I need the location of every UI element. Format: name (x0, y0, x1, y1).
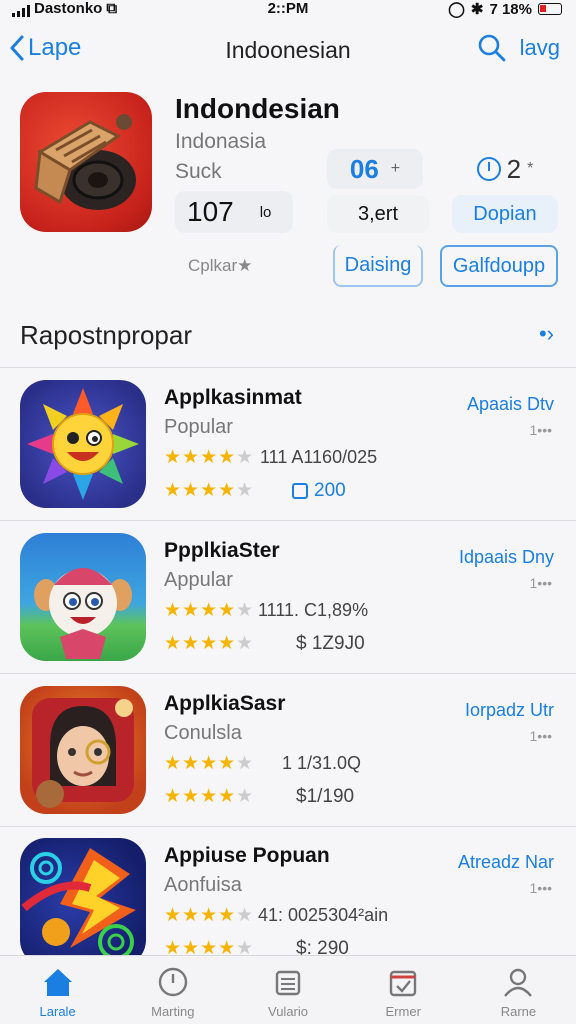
rating-stars: ★★★★★ (164, 786, 255, 807)
list-item[interactable]: Applkasinmat Popular ★★★★★ 111 A1160/025… (0, 380, 576, 530)
rating-stars: ★★★★★ (164, 633, 255, 654)
tab-label: Rarne (500, 1004, 537, 1019)
app-developer[interactable]: Indonasia (175, 130, 266, 154)
list-item[interactable]: ApplkiaSasr Conulsla ★★★★★ 1 1/31.0Q ★★★… (0, 686, 576, 836)
status-right: ◯ ✱ 7 18% (448, 0, 562, 18)
stat-age-suffix: + (390, 160, 401, 177)
tab-today[interactable]: Larale (0, 956, 115, 1024)
get-button[interactable]: Atreadz Nar (458, 852, 554, 873)
clock-icon (476, 157, 501, 181)
app-subtitle: Popular (164, 416, 233, 438)
tab-profile[interactable]: Rarne (461, 956, 576, 1024)
primary-action-button[interactable]: Daising (333, 245, 423, 287)
checkbox-icon (292, 483, 308, 499)
divider (0, 520, 576, 521)
see-all-link[interactable]: •› (539, 321, 554, 347)
more-icon[interactable]: 1••• (530, 422, 553, 438)
nav-right: lavg (478, 34, 560, 62)
app-title: Indondesian (175, 93, 340, 124)
cartoon-character-icon (34, 568, 132, 659)
tab-bar: Larale Marting Vulario Ermer Rarne (0, 955, 576, 1024)
stat-size: 3,ert (327, 195, 429, 233)
get-button[interactable]: Idpaais Dny (459, 547, 554, 568)
app-name: Applkasinmat (164, 386, 302, 409)
tab-apps[interactable]: Vulario (230, 956, 345, 1024)
nav-right-label[interactable]: lavg (520, 35, 560, 61)
app-name: Appiuse Popuan (164, 844, 330, 867)
divider (0, 826, 576, 827)
more-icon[interactable]: 1••• (530, 728, 553, 744)
alarm-icon: ◯ (448, 1, 465, 18)
character-portrait-icon (32, 698, 134, 808)
home-icon (43, 969, 72, 996)
battery-icon (538, 3, 562, 15)
rating-count: 1111. C1,89% (258, 600, 369, 620)
app-subtitle: Aonfuisa (164, 874, 242, 896)
app-icon (20, 686, 146, 814)
rating-stars: ★★★★★ (164, 480, 255, 501)
app-icon[interactable] (20, 92, 152, 232)
price: $1/190 (296, 786, 355, 807)
stat-time-suffix: * (527, 160, 534, 177)
rating-stars: ★★★★★ (164, 905, 255, 926)
app-category: Suck (175, 160, 222, 183)
calendar-check-icon (390, 970, 417, 997)
stat-age: 06 + (327, 149, 423, 189)
rating-stars: ★★★★★ (164, 600, 255, 621)
app-icon (20, 533, 146, 661)
tab-updates[interactable]: Ermer (346, 956, 461, 1024)
stat-age-value: 06 (349, 153, 379, 184)
secondary-action-button[interactable]: Galfdoupp (440, 245, 558, 287)
stat-time-value: 2 (506, 153, 522, 184)
nav-bar: Lape Indoonesian lavg (0, 26, 576, 76)
tab-label: Vulario (268, 1004, 308, 1019)
section-title: Rapostnpropar (20, 320, 192, 350)
rating-count: 41: 0025304²ain (258, 905, 389, 925)
battery-percent: 7 18% (489, 0, 532, 18)
scroll-artwork-icon (34, 114, 136, 210)
rating-stars: ★★★★★ (164, 447, 255, 468)
rating-suffix: lo (259, 203, 272, 221)
get-button[interactable]: Apaais Dtv (467, 394, 554, 415)
stat-time: 2 * (452, 149, 558, 189)
rating-value: 107 (187, 196, 234, 227)
clock-icon (158, 967, 187, 997)
divider (0, 367, 576, 368)
download-count: 200 (292, 480, 346, 502)
app-subtitle: Appular (164, 569, 233, 591)
app-name: PpplkiaSter (164, 539, 280, 562)
tab-label: Marting (151, 1004, 195, 1019)
divider (0, 673, 576, 674)
stat-link[interactable]: Dopian (452, 195, 558, 233)
download-value: 200 (314, 480, 346, 501)
tab-games[interactable]: Marting (115, 956, 230, 1024)
status-bar: Dastonko ⧉ 2::PM ◯ ✱ 7 18% (0, 0, 576, 22)
person-icon (504, 968, 533, 997)
tab-label: Larale (39, 1004, 76, 1019)
app-subtitle: Conulsla (164, 722, 242, 744)
rating-count: 1 1/31.0Q (282, 753, 362, 773)
app-icon (20, 380, 146, 508)
tab-label: Ermer (385, 1004, 421, 1019)
more-icon[interactable]: 1••• (530, 575, 553, 591)
app-name: ApplkiaSasr (164, 692, 286, 715)
app-icon (20, 838, 146, 966)
stack-icon (275, 970, 301, 996)
get-button[interactable]: Iorpadz Utr (465, 700, 554, 721)
bluetooth-icon: ✱ (470, 1, 484, 18)
more-icon[interactable]: 1••• (530, 880, 553, 896)
rating-stars: ★★★★★ (164, 753, 255, 774)
sun-emoji-icon (27, 388, 139, 500)
category-label: Cplkar★ (188, 256, 253, 275)
lightning-game-icon (21, 848, 136, 960)
rating-score: 107 lo (175, 191, 293, 233)
search-icon[interactable] (478, 34, 506, 62)
rating-count: 111 A1160/025 (260, 447, 378, 467)
price: $ 1Z9J0 (296, 633, 365, 654)
list-item[interactable]: PpplkiaSter Appular ★★★★★ 1111. C1,89% ★… (0, 533, 576, 683)
